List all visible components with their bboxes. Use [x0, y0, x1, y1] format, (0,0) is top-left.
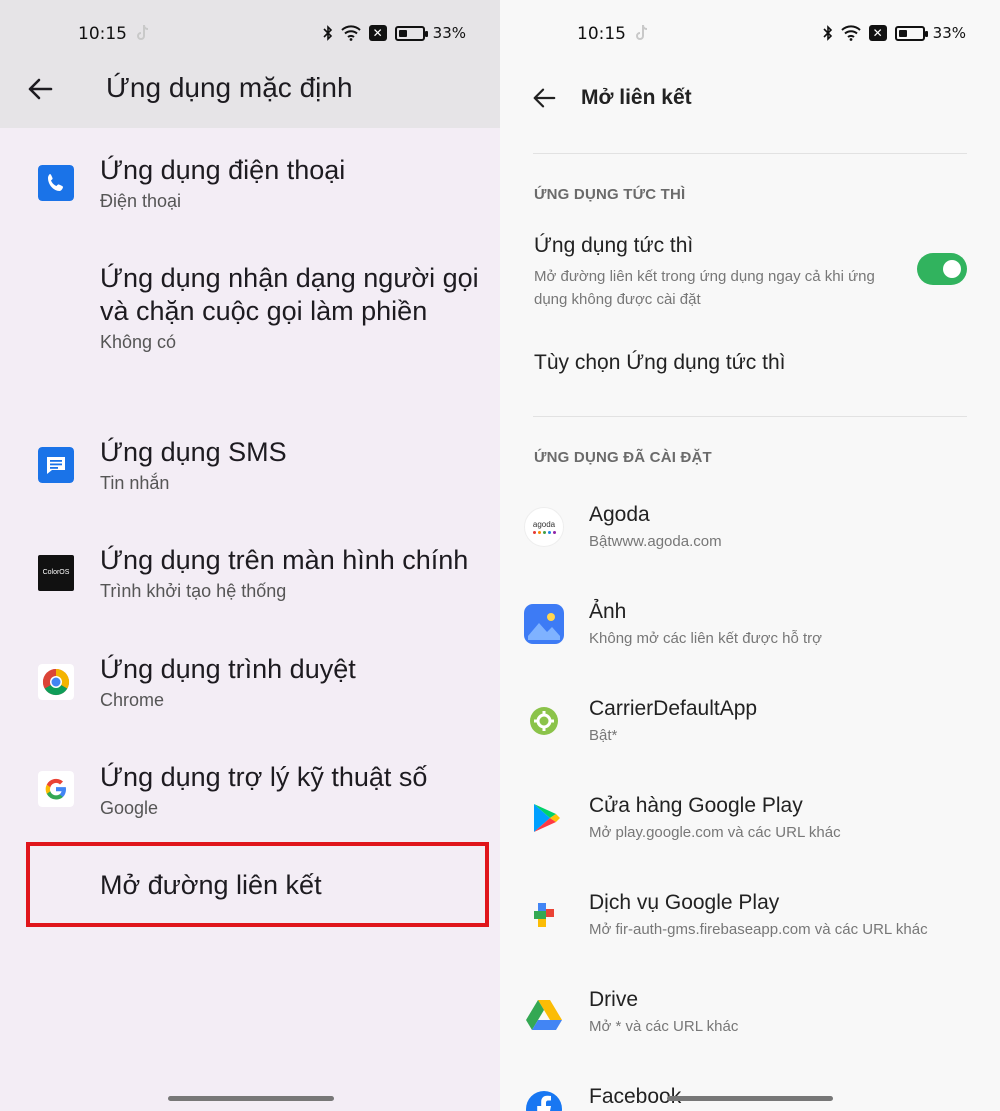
item-title: Ứng dụng trợ lý kỹ thuật số	[100, 762, 428, 792]
photos-icon	[524, 604, 564, 644]
phone-icon	[38, 165, 74, 201]
divider	[533, 153, 967, 154]
default-browser-app[interactable]: Ứng dụng trình duyệt Chrome	[100, 653, 490, 711]
page-title: Mở liên kết	[581, 86, 692, 109]
item-title: Ứng dụng trên màn hình chính	[100, 545, 469, 575]
item-subtitle: Không có	[100, 332, 177, 352]
section-header-installed: ỨNG DỤNG ĐÃ CÀI ĐẶT	[534, 449, 712, 466]
play-services-icon	[534, 903, 554, 927]
status-time: 10:15	[78, 24, 127, 44]
status-time: 10:15	[577, 24, 626, 44]
facebook-icon	[526, 1091, 562, 1111]
agoda-icon: agoda	[524, 507, 564, 547]
instant-apps-toggle[interactable]	[917, 253, 967, 285]
instant-apps-options[interactable]: Tùy chọn Ứng dụng tức thì	[534, 351, 785, 375]
agoda-logo-text: agoda	[532, 520, 556, 529]
google-icon	[38, 771, 74, 807]
item-title: Ứng dụng trình duyệt	[100, 654, 356, 684]
default-phone-app[interactable]: Ứng dụng điện thoại Điện thoại	[100, 154, 490, 212]
app-name: Drive	[589, 988, 639, 1011]
chrome-icon	[38, 664, 74, 700]
app-detail: Bật*	[589, 727, 618, 744]
bluetooth-icon	[323, 25, 332, 41]
battery-percent: 33%	[432, 24, 466, 42]
battery-percent: 33%	[932, 24, 966, 42]
wifi-icon	[340, 25, 361, 41]
app-row-play-store[interactable]: Cửa hàng Google Play Mở play.google.com …	[524, 794, 994, 864]
default-home-app[interactable]: Ứng dụng trên màn hình chính Trình khởi …	[100, 544, 490, 602]
app-name: CarrierDefaultApp	[589, 697, 758, 720]
play-store-icon	[534, 804, 560, 832]
app-name: Dịch vụ Google Play	[589, 891, 780, 914]
no-sim-icon: ✕	[368, 25, 387, 41]
battery-icon	[394, 25, 428, 41]
default-caller-id-app[interactable]: Ứng dụng nhận dạng người gọi và chặn cuộ…	[100, 262, 490, 353]
instant-apps-title: Ứng dụng tức thì	[534, 234, 694, 257]
section-header-instant: ỨNG DỤNG TỨC THÌ	[534, 186, 686, 203]
default-sms-app[interactable]: Ứng dụng SMS Tin nhắn	[100, 436, 490, 494]
item-subtitle: Trình khởi tạo hệ thống	[100, 581, 287, 601]
app-row-play-services[interactable]: Dịch vụ Google Play Mở fir-auth-gms.fire…	[524, 891, 994, 961]
item-subtitle: Google	[100, 798, 159, 818]
item-subtitle: Điện thoại	[100, 191, 182, 211]
item-title: Ứng dụng điện thoại	[100, 155, 346, 185]
app-detail: Mở play.google.com và các URL khác	[589, 824, 841, 841]
default-apps-screen: 10:15 ✕ 33% Ứng dụng mặc định Ứng dụng đ…	[0, 0, 500, 1111]
app-detail: Mở * và các URL khác	[589, 1018, 739, 1035]
messages-icon	[38, 447, 74, 483]
app-name: Agoda	[589, 503, 650, 526]
app-row-drive[interactable]: Drive Mở * và các URL khác	[524, 988, 994, 1058]
drive-icon	[526, 1000, 562, 1030]
tiktok-icon	[137, 24, 149, 40]
app-row-photos[interactable]: Ảnh Không mở các liên kết được hỗ trợ	[524, 600, 994, 670]
app-name: Ảnh	[589, 600, 627, 623]
tiktok-icon	[636, 24, 648, 40]
app-row-agoda[interactable]: agoda Agoda Bậtwww.agoda.com	[524, 503, 994, 573]
status-icons: ✕ 33%	[823, 24, 966, 42]
open-links-screen: 10:15 ✕ 33% Mở liên kết ỨNG DỤNG TỨC THÌ…	[500, 0, 1000, 1111]
page-title: Ứng dụng mặc định	[106, 72, 353, 103]
divider	[533, 416, 967, 417]
gesture-nav-bar[interactable]	[667, 1096, 833, 1101]
status-bar: 10:15 ✕ 33%	[500, 0, 1000, 68]
default-assistant-app[interactable]: Ứng dụng trợ lý kỹ thuật số Google	[100, 761, 490, 819]
app-name: Cửa hàng Google Play	[589, 794, 803, 817]
item-subtitle: Chrome	[100, 690, 165, 710]
no-sim-icon: ✕	[868, 25, 887, 41]
carrier-gear-icon	[530, 707, 558, 735]
bluetooth-icon	[823, 25, 832, 41]
back-arrow-icon[interactable]	[531, 85, 557, 111]
app-detail: Bậtwww.agoda.com	[589, 533, 722, 550]
app-row-carrier-default[interactable]: CarrierDefaultApp Bật*	[524, 697, 994, 767]
status-bar: 10:15 ✕ 33%	[0, 0, 500, 68]
battery-icon	[894, 25, 928, 41]
back-arrow-icon[interactable]	[26, 75, 54, 103]
gesture-nav-bar[interactable]	[168, 1096, 334, 1101]
instant-apps-description: Mở đường liên kết trong ứng dụng ngay cả…	[534, 268, 875, 308]
coloros-icon: ColorOS	[38, 555, 74, 591]
wifi-icon	[840, 25, 861, 41]
app-detail: Mở fir-auth-gms.firebaseapp.com và các U…	[589, 921, 928, 938]
highlight-box	[26, 842, 489, 927]
item-subtitle: Tin nhắn	[100, 473, 170, 493]
item-title: Ứng dụng SMS	[100, 437, 287, 467]
item-title: Ứng dụng nhận dạng người gọi và chặn cuộ…	[100, 263, 479, 326]
app-detail: Không mở các liên kết được hỗ trợ	[589, 630, 822, 647]
status-icons: ✕ 33%	[323, 24, 466, 42]
